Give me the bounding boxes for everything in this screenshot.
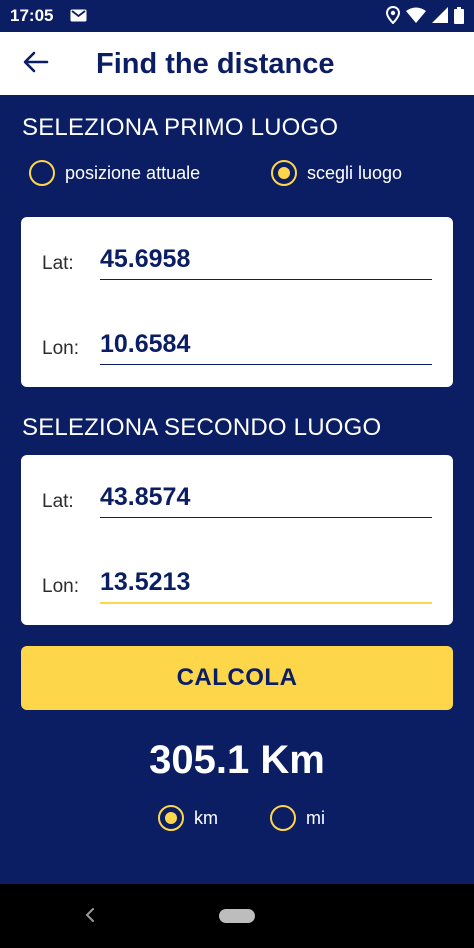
radio-selected-icon [158,805,184,831]
wifi-icon [406,7,426,28]
radio-unselected-icon [29,160,55,186]
lat-label: Lat: [42,253,74,274]
first-lon-field[interactable]: Lon: 10.6584 [21,302,453,372]
second-place-card: Lat: 43.8574 Lon: 13.5213 [21,455,453,625]
signal-icon [432,7,448,28]
first-lat-field[interactable]: Lat: 45.6958 [21,217,453,287]
input-underline [100,364,432,365]
calculate-button[interactable]: CALCOLA [21,646,453,710]
second-lat-field[interactable]: Lat: 43.8574 [21,455,453,525]
status-icons [385,5,464,29]
page-title: Find the distance [96,48,335,80]
first-lat-input[interactable]: 45.6958 [100,245,190,274]
radio-label: km [194,807,218,828]
radio-current-position[interactable]: posizione attuale [29,160,200,186]
input-underline [100,279,432,280]
first-place-card: Lat: 45.6958 Lon: 10.6584 [21,217,453,387]
first-place-title: SELEZIONA PRIMO LUOGO [22,114,339,141]
radio-choose-place[interactable]: scegli luogo [271,160,402,186]
distance-result: 305.1 Km [149,738,325,782]
input-underline-focused [100,602,432,604]
lon-label: Lon: [42,338,79,359]
location-icon [385,5,401,29]
radio-label: mi [306,807,325,828]
lat-label: Lat: [42,491,74,512]
first-lon-input[interactable]: 10.6584 [100,330,190,359]
second-lon-field[interactable]: Lon: 13.5213 [21,540,453,610]
nav-home-pill-icon[interactable] [219,909,255,923]
arrow-left-icon [23,51,49,78]
battery-icon [454,6,464,29]
gmail-icon [70,9,87,27]
radio-unit-km[interactable]: km [158,805,218,831]
app-bar: Find the distance [0,32,474,95]
radio-unselected-icon [270,805,296,831]
status-time: 17:05 [10,6,54,25]
second-lon-input[interactable]: 13.5213 [100,568,190,597]
radio-label: scegli luogo [307,162,403,183]
second-lat-input[interactable]: 43.8574 [100,483,190,512]
lon-label: Lon: [42,576,79,597]
status-bar: 17:05 [0,0,474,32]
radio-label: posizione attuale [65,162,201,183]
back-button[interactable] [20,48,52,80]
second-place-title: SELEZIONA SECONDO LUOGO [22,414,382,441]
radio-selected-icon [271,160,297,186]
unit-radio-group: km mi [0,805,474,839]
nav-back-icon[interactable] [84,906,96,929]
input-underline [100,517,432,518]
location-source-radio-group: posizione attuale scegli luogo [0,160,474,194]
radio-unit-mi[interactable]: mi [270,805,325,831]
